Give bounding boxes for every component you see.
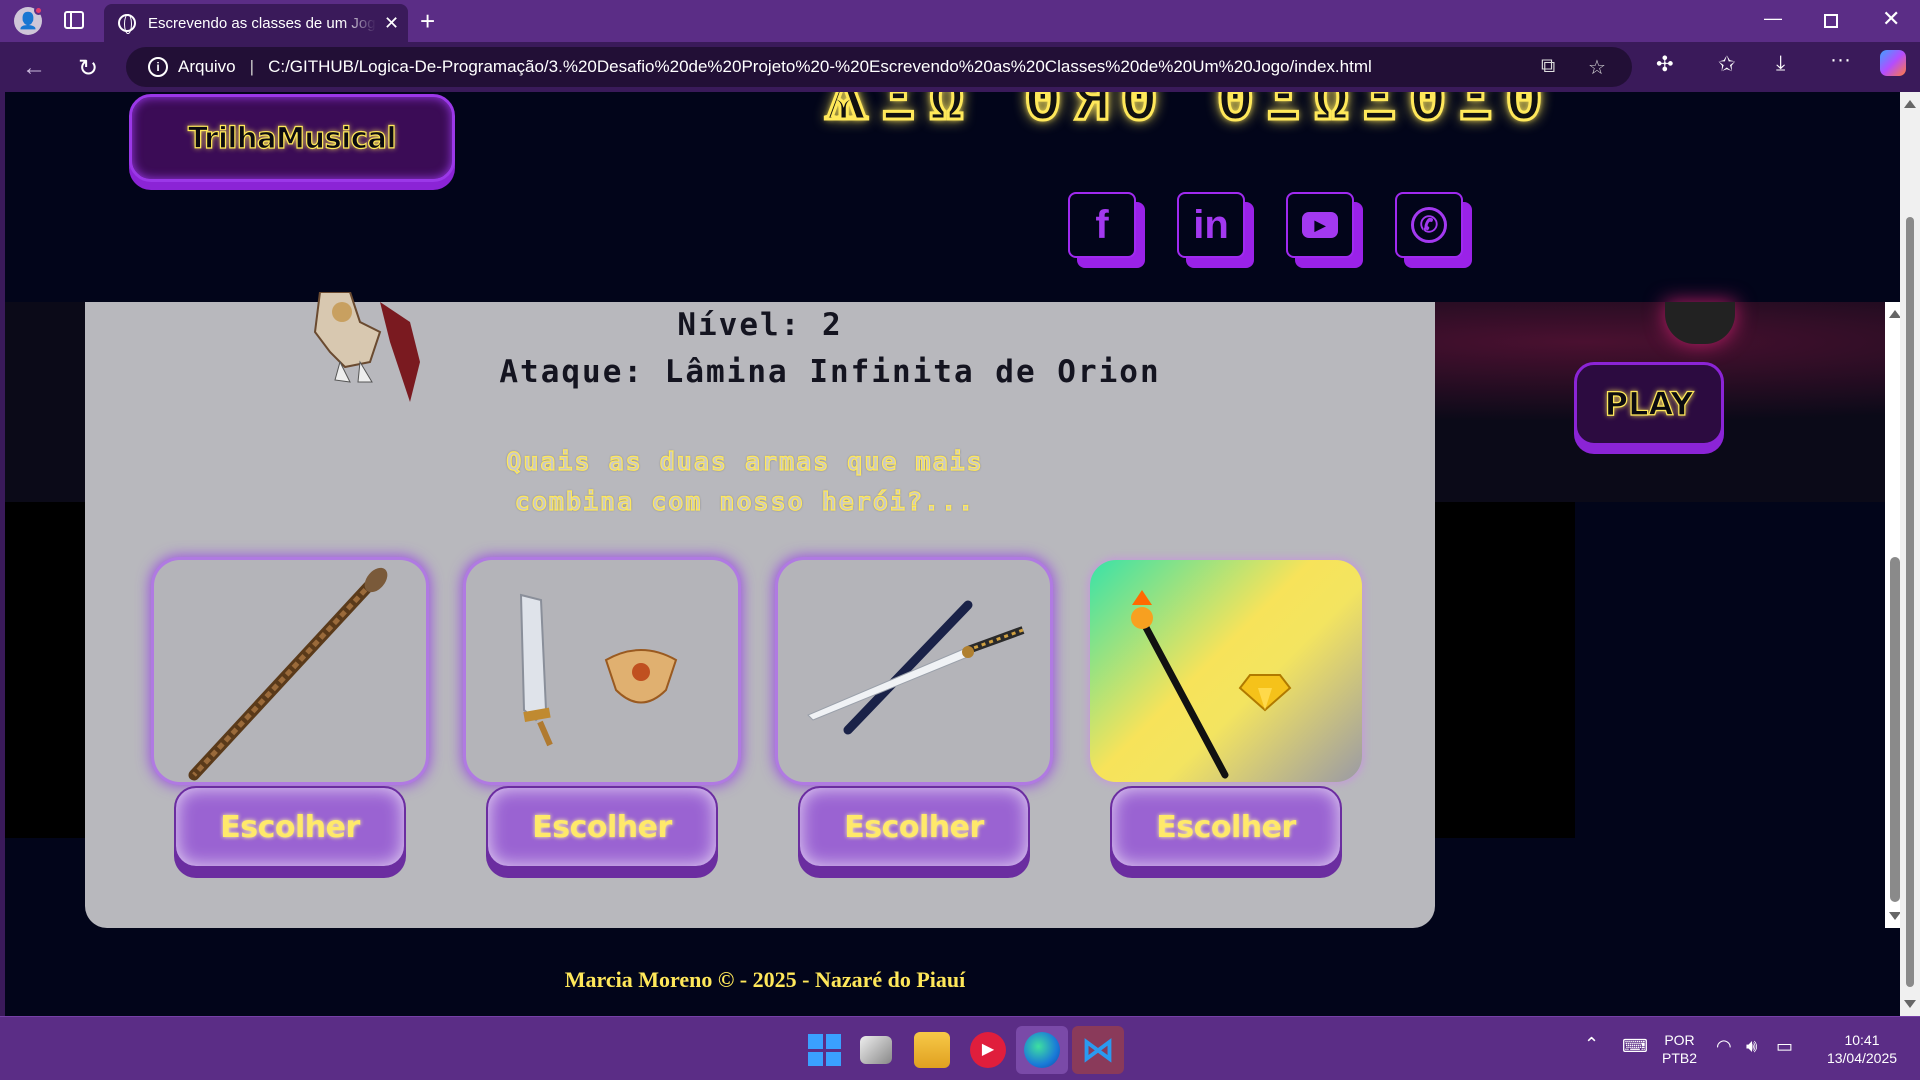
notification-dot — [34, 6, 43, 15]
address-scheme: Arquivo — [178, 57, 236, 76]
left-dark-strip — [5, 502, 85, 838]
profile-avatar[interactable]: 👤 — [14, 6, 43, 35]
linkedin-icon[interactable]: in — [1177, 192, 1245, 258]
weapon-card-sword-shield[interactable] — [466, 560, 738, 782]
page-scrollbar[interactable] — [1900, 92, 1920, 1016]
wifi-icon[interactable]: ◠ — [1716, 1037, 1732, 1055]
weapon-question: Quais as duas armas que mais combina com… — [506, 446, 984, 516]
right-dark-panel — [1435, 502, 1575, 838]
page-footer: Marcia Moreno © - 2025 - Nazaré do Piauí — [5, 967, 1900, 993]
restore-icon[interactable] — [1824, 14, 1838, 28]
linkedin-glyph: in — [1193, 202, 1229, 247]
globe-icon — [118, 14, 136, 34]
more-menu-icon[interactable]: ··· — [1830, 48, 1851, 72]
close-tab-button[interactable]: ✕ — [384, 13, 399, 34]
weapon-card-katana[interactable] — [778, 560, 1050, 782]
choose-label: Escolher — [1156, 809, 1296, 845]
youtube-icon[interactable]: ▶ — [1286, 192, 1354, 258]
hero-boot-image — [1665, 302, 1735, 344]
reload-icon[interactable]: ↻ — [78, 54, 98, 83]
info-icon[interactable]: i — [148, 57, 168, 77]
weapon-card-staff[interactable] — [154, 560, 426, 782]
music-player-icon[interactable]: ▶ — [970, 1032, 1006, 1068]
katana-image — [807, 600, 1025, 735]
choose-label: Escolher — [532, 809, 672, 845]
volume-icon[interactable]: 🔊︎ — [1746, 1037, 1757, 1055]
footer-text: Marcia Moreno © - 2025 - Nazaré do Piauí — [564, 967, 966, 992]
start-icon[interactable] — [806, 1032, 842, 1068]
facebook-icon[interactable]: f — [1068, 192, 1136, 258]
whatsapp-glyph: ✆ — [1411, 207, 1447, 243]
address-bar[interactable]: i Arquivo | C:/GITHUB/Logica-De-Programa… — [126, 47, 1632, 87]
clock-date: 13/04/2025 — [1826, 1050, 1898, 1066]
address-bar-row: ← ↻ i Arquivo | C:/GITHUB/Logica-De-Prog… — [0, 42, 1920, 92]
clock[interactable]: 10:41 13/04/2025 — [1812, 1031, 1912, 1067]
vscode-icon[interactable]: ⋈ — [1080, 1032, 1116, 1068]
new-tab-button[interactable]: + — [420, 6, 435, 37]
facebook-glyph: f — [1095, 202, 1109, 247]
favorites-icon[interactable]: ✩ — [1718, 52, 1736, 77]
language-indicator[interactable]: POR PTB2 — [1662, 1031, 1697, 1067]
app-install-icon[interactable]: ⧉ — [1541, 55, 1555, 78]
back-arrow-icon[interactable]: ← — [22, 54, 46, 82]
choose-sword-shield-button[interactable]: Escolher — [486, 786, 718, 868]
play-button[interactable]: PLAY — [1574, 362, 1724, 446]
favorite-star-icon[interactable]: ☆ — [1588, 55, 1606, 80]
tab-title: Escrevendo as classes de um Jogo — [148, 14, 376, 32]
windows-taskbar: ▶ ⋈ ⌃ ⌨ POR PTB2 ◠ 🔊︎ ▭ 10:41 13/04/2025 — [0, 1016, 1920, 1080]
address-separator: | — [249, 57, 255, 76]
play-label: PLAY — [1604, 384, 1694, 423]
choose-scepter-diamond-button[interactable]: Escolher — [1110, 786, 1342, 868]
choose-staff-button[interactable]: Escolher — [174, 786, 406, 868]
scroll-thumb[interactable] — [1906, 217, 1914, 987]
scroll-down-icon[interactable] — [1904, 1000, 1916, 1008]
tab-actions-icon[interactable] — [64, 11, 84, 29]
extensions-icon[interactable]: ✣ — [1656, 52, 1674, 77]
keyboard-icon[interactable]: ⌨ — [1622, 1037, 1648, 1055]
music-track-button[interactable]: TrilhaMusical — [129, 94, 455, 182]
file-explorer-icon[interactable] — [914, 1032, 950, 1068]
hero-attack: Ataque: Lâmina Infinita de Orion — [499, 354, 1161, 390]
hero-level: Nível: 2 — [677, 307, 843, 343]
choose-label: Escolher — [844, 809, 984, 845]
game-card: Nível: 2 Ataque: Lâmina Infinita de Orio… — [85, 292, 1435, 928]
inner-scrollbar[interactable] — [1885, 302, 1900, 928]
youtube-glyph: ▶ — [1302, 212, 1338, 238]
scepter-diamond-image — [1131, 590, 1292, 779]
window-close-icon[interactable]: ✕ — [1882, 6, 1900, 32]
browser-tab[interactable]: Escrevendo as classes de um Jogo ✕ — [104, 4, 408, 42]
task-view-icon[interactable] — [860, 1036, 892, 1064]
battery-icon[interactable]: ▭ — [1776, 1037, 1793, 1055]
inner-scroll-down-icon[interactable] — [1889, 912, 1900, 920]
inner-scroll-thumb[interactable] — [1890, 557, 1900, 902]
sword-shield-image — [519, 593, 678, 747]
address-url[interactable]: C:/GITHUB/Logica-De-Programação/3.%20Des… — [268, 57, 1518, 77]
scroll-up-icon[interactable] — [1904, 100, 1916, 108]
glowing-page-title-fragment: ѦΞΩ ΘЯΘ ΘΞΩΞΘΞΘ — [823, 92, 1555, 136]
browser-tabbar: 👤 Escrevendo as classes de um Jogo ✕ + —… — [0, 0, 1920, 42]
weapon-card-scepter-diamond[interactable] — [1090, 560, 1362, 782]
choose-label: Escolher — [220, 809, 360, 845]
choose-katana-button[interactable]: Escolher — [798, 786, 1030, 868]
whatsapp-icon[interactable]: ✆ — [1395, 192, 1463, 258]
clock-time: 10:41 — [1844, 1032, 1880, 1048]
music-track-label: TrilhaMusical — [187, 120, 397, 155]
edge-browser-icon[interactable] — [1024, 1032, 1060, 1068]
staff-image — [188, 567, 388, 781]
inner-scroll-up-icon[interactable] — [1889, 310, 1900, 318]
language-code: POR — [1664, 1032, 1695, 1048]
minimize-icon[interactable]: — — [1764, 8, 1782, 29]
downloads-icon[interactable]: ⤓ — [1776, 52, 1785, 76]
page-viewport: ѦΞΩ ΘЯΘ ΘΞΩΞΘΞΘ TrilhaMusical f in ▶ ✆ P… — [0, 92, 1900, 1016]
show-hidden-icons-chevron-icon[interactable]: ⌃ — [1584, 1035, 1599, 1053]
copilot-icon[interactable] — [1880, 50, 1906, 76]
keyboard-layout: PTB2 — [1662, 1050, 1698, 1066]
